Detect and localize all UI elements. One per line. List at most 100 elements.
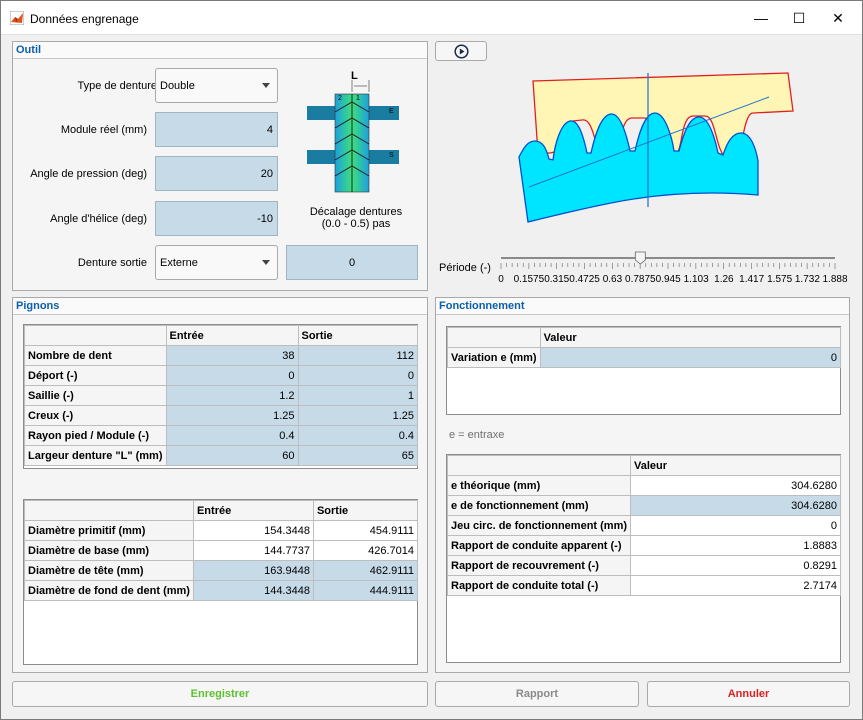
cell-valeur: 304.6280 xyxy=(630,475,841,496)
cell-sortie[interactable]: 444.9111 xyxy=(312,580,419,601)
table-row: Diamètre primitif (mm) 154.3448 454.9111 xyxy=(24,520,419,541)
cell-entree[interactable]: 60 xyxy=(165,445,299,466)
row-label: Jeu circ. de fonctionnement (mm) xyxy=(446,515,632,536)
module-reel-field[interactable]: 4 xyxy=(155,112,278,147)
rapport-button[interactable]: Rapport xyxy=(435,681,639,707)
slider-tick-label: 1.732 xyxy=(795,274,820,285)
cell-sortie[interactable]: 1 xyxy=(297,385,418,406)
cell-entree[interactable]: 0 xyxy=(165,365,299,386)
cell-entree[interactable]: 1.25 xyxy=(165,405,299,426)
row-label: Rapport de conduite apparent (-) xyxy=(446,535,632,556)
row-label: Diamètre de base (mm) xyxy=(24,540,194,561)
fonctionnement-panel-title: Fonctionnement xyxy=(436,298,849,315)
table-row: Rapport de recouvrement (-) 0.8291 xyxy=(446,555,841,576)
cell-entree: 144.7737 xyxy=(192,540,314,561)
column-header-valeur: Valeur xyxy=(539,327,842,348)
table-row: Diamètre de fond de dent (mm) 144.3448 4… xyxy=(24,580,419,601)
denture-sortie-dropdown[interactable]: Externe xyxy=(155,245,278,280)
table-row: Rayon pied / Module (-) 0.4 0.4 xyxy=(24,425,418,446)
slider-tick-label: 1.575 xyxy=(767,274,792,285)
outil-panel-title: Outil xyxy=(13,42,427,59)
column-header xyxy=(446,455,632,476)
row-label: e de fonctionnement (mm) xyxy=(446,495,632,516)
row-label: Rayon pied / Module (-) xyxy=(24,425,167,446)
cell-entree[interactable]: 163.9448 xyxy=(192,560,314,581)
table-header-row: Entrée Sortie xyxy=(24,325,418,346)
row-label: Rapport de conduite total (-) xyxy=(446,575,632,596)
minimize-button[interactable]: — xyxy=(741,1,781,35)
row-label: Variation e (mm) xyxy=(447,347,541,368)
cell-sortie[interactable]: 112 xyxy=(297,345,418,366)
table-row: Nombre de dent 38 112 xyxy=(24,345,418,366)
annuler-button[interactable]: Annuler xyxy=(647,681,850,707)
table-header-row: Valeur xyxy=(447,327,842,348)
module-reel-label: Module réel (mm) xyxy=(60,124,147,136)
table-row: Variation e (mm) 0 xyxy=(447,347,842,368)
decalage-label-line1: Décalage dentures xyxy=(309,206,403,218)
column-header xyxy=(447,327,541,348)
cell-sortie[interactable]: 65 xyxy=(297,445,418,466)
matlab-icon xyxy=(10,11,24,25)
row-label: Largeur denture "L" (mm) xyxy=(24,445,167,466)
table-row: Creux (-) 1.25 1.25 xyxy=(24,405,418,426)
chevron-down-icon xyxy=(262,259,270,265)
table-row: Déport (-) 0 0 xyxy=(24,365,418,386)
chevron-down-icon xyxy=(262,82,270,88)
cell-entree[interactable]: 1.2 xyxy=(165,385,299,406)
angle-pression-label: Angle de pression (deg) xyxy=(30,168,147,180)
cell-sortie[interactable]: 0.4 xyxy=(297,425,418,446)
cell-entree[interactable]: 38 xyxy=(165,345,299,366)
enregistrer-button[interactable]: Enregistrer xyxy=(12,681,428,707)
row-label: e théorique (mm) xyxy=(446,475,632,496)
slider-tick-label: 0.315 xyxy=(544,274,569,285)
entraxe-note: e = entraxe xyxy=(449,429,505,441)
window-title: Données engrenage xyxy=(30,12,139,26)
fonctionnement-table-2: Valeur e théorique (mm) 304.6280 e de fo… xyxy=(446,454,841,663)
pignons-panel-title: Pignons xyxy=(13,298,427,315)
close-button[interactable]: ✕ xyxy=(818,1,858,35)
slider-tick-label: 1.888 xyxy=(822,274,847,285)
column-header-sortie: Sortie xyxy=(297,325,418,346)
fonctionnement-panel: Fonctionnement Valeur Variation e (mm) 0… xyxy=(435,297,850,673)
slider-thumb[interactable] xyxy=(634,251,646,265)
cell-valeur[interactable]: 0 xyxy=(539,347,842,368)
cell-entree[interactable]: 144.3448 xyxy=(192,580,314,601)
cell-sortie: 454.9111 xyxy=(312,520,419,541)
denture-sortie-value: Externe xyxy=(160,256,198,269)
type-denture-dropdown[interactable]: Double xyxy=(155,68,278,103)
cell-valeur[interactable]: 304.6280 xyxy=(630,495,841,516)
maximize-button[interactable]: ☐ xyxy=(779,1,819,35)
column-header-sortie: Sortie xyxy=(312,500,419,521)
table-header-row: Valeur xyxy=(446,455,841,476)
play-icon xyxy=(453,43,469,59)
cell-sortie[interactable]: 0 xyxy=(297,365,418,386)
table-row: Largeur denture "L" (mm) 60 65 xyxy=(24,445,418,466)
title-bar: Données engrenage — ☐ ✕ xyxy=(1,1,862,35)
decalage-label-line2: (0.0 - 0.5) pas xyxy=(321,218,391,230)
play-button[interactable] xyxy=(435,41,487,61)
app-window: Données engrenage — ☐ ✕ Outil Type de de… xyxy=(0,0,863,720)
row-label: Déport (-) xyxy=(24,365,167,386)
row-label: Diamètre de tête (mm) xyxy=(24,560,194,581)
angle-helice-label: Angle d'hélice (deg) xyxy=(50,213,147,225)
angle-pression-field[interactable]: 20 xyxy=(155,156,278,191)
cell-sortie: 426.7014 xyxy=(312,540,419,561)
cell-valeur: 0 xyxy=(630,515,841,536)
decalage-field[interactable]: 0 xyxy=(286,245,418,280)
angle-helice-field[interactable]: -10 xyxy=(155,201,278,236)
type-denture-label: Type de denture xyxy=(77,80,157,92)
row-label: Diamètre primitif (mm) xyxy=(24,520,194,541)
cell-sortie[interactable]: 462.9111 xyxy=(312,560,419,581)
type-denture-value: Double xyxy=(160,79,195,92)
pignons-panel: Pignons Entrée Sortie Nombre de dent 38 … xyxy=(12,297,428,673)
cell-sortie[interactable]: 1.25 xyxy=(297,405,418,426)
cell-entree[interactable]: 0.4 xyxy=(165,425,299,446)
row-label: Diamètre de fond de dent (mm) xyxy=(24,580,194,601)
table-row: Jeu circ. de fonctionnement (mm) 0 xyxy=(446,515,841,536)
table-row: e théorique (mm) 304.6280 xyxy=(446,475,841,496)
column-header-entree: Entrée xyxy=(192,500,314,521)
slider-tick-label: 0.63 xyxy=(603,274,623,285)
row-label: Rapport de recouvrement (-) xyxy=(446,555,632,576)
diagram-label-e: E xyxy=(389,108,394,115)
periode-slider[interactable]: 0 0.1575 0.315 0.4725 0.63 0.7875 0.945 1.103 1.… xyxy=(495,251,855,287)
